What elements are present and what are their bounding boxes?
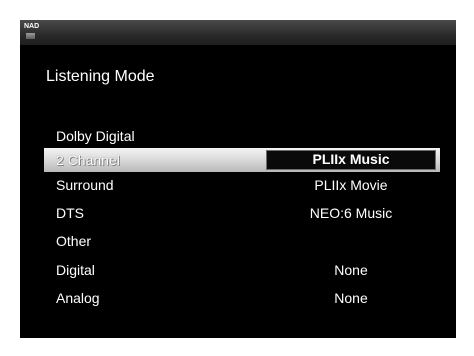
menu-item-label: Digital [56, 262, 95, 278]
menu-item-other[interactable]: Other [44, 229, 440, 253]
menu-item-value: PLIIx Music [312, 151, 390, 167]
menu-item-label: DTS [56, 205, 84, 221]
osd-screen: NAD Listening Mode Dolby Digital 2 Chann… [20, 20, 456, 338]
menu-item-dts[interactable]: DTS NEO:6 Music [44, 201, 440, 225]
menu-item-surround[interactable]: Surround PLIIx Movie [44, 173, 440, 197]
menu-item-label: Other [56, 233, 92, 249]
menu-item-analog[interactable]: Analog None [44, 286, 440, 310]
menu-item-label: Surround [56, 177, 114, 193]
menu-item-label: Analog [56, 290, 100, 306]
menu-item-value: None [334, 262, 368, 278]
menu-item-value: None [334, 290, 368, 306]
menu-item-label: 2 Channel [56, 152, 120, 168]
menu-item-dolby-digital[interactable]: Dolby Digital [44, 124, 440, 148]
menu-item-value: NEO:6 Music [309, 205, 393, 221]
listening-mode-menu: Dolby Digital 2 Channel PLIIx Music Surr… [20, 20, 456, 338]
menu-item-value: PLIIx Movie [314, 177, 388, 193]
menu-item-digital[interactable]: Digital None [44, 258, 440, 282]
menu-item-2-channel[interactable]: 2 Channel PLIIx Music [44, 148, 440, 172]
menu-item-label: Dolby Digital [56, 128, 135, 144]
